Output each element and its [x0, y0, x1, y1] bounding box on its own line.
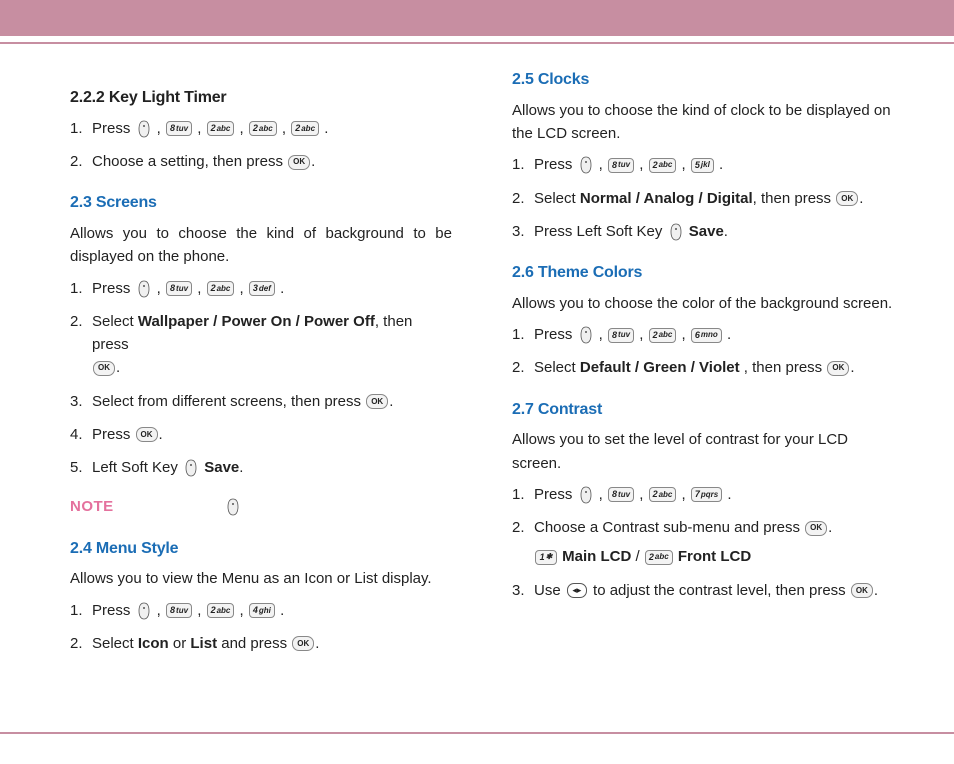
key-7pqrs: 7pqrs [691, 487, 722, 502]
key-2abc: 2abc [649, 487, 677, 502]
desc-26: Allows you to choose the color of the ba… [512, 292, 894, 315]
desc-24: Allows you to view the Menu as an Icon o… [70, 567, 452, 590]
step-24-1: Press , 8tuv , 2abc , 4ghi . [70, 599, 452, 622]
key-ok: OK [836, 191, 858, 206]
key-2abc: 2abc [649, 158, 677, 173]
key-8tuv: 8tuv [608, 158, 634, 173]
key-ok: OK [93, 361, 115, 376]
step-222-2: Choose a setting, then press OK. [70, 150, 452, 173]
steps-26: Press , 8tuv , 2abc , 6mno . Select Defa… [512, 323, 894, 380]
key-8tuv: 8tuv [608, 487, 634, 502]
nav-icon: ◂▸ [567, 583, 587, 598]
desc-23: Allows you to choose the kind of backgro… [70, 222, 452, 269]
key-3def: 3def [249, 281, 275, 296]
desc-25: Allows you to choose the kind of clock t… [512, 99, 894, 146]
step-26-2: Select Default / Green / Violet , then p… [512, 356, 894, 379]
heading-24: 2.4 Menu Style [70, 537, 452, 562]
key-2abc: 2abc [249, 121, 277, 136]
key-ok: OK [288, 155, 310, 170]
left-column: 2.2.2 Key Light Timer Press , 8tuv , 2ab… [70, 68, 452, 665]
step-27-1: Press , 8tuv , 2abc , 7pqrs . [512, 483, 894, 506]
step-27-2-sub: 1✱ Main LCD / 2abc Front LCD [534, 545, 894, 568]
key-ok: OK [292, 636, 314, 651]
right-column: 2.5 Clocks Allows you to choose the kind… [512, 68, 894, 665]
key-8tuv: 8tuv [166, 281, 192, 296]
step-24-2: Select Icon or List and press OK. [70, 632, 452, 655]
key-2abc: 2abc [207, 281, 235, 296]
step-27-3: Use ◂▸ to adjust the contrast level, the… [512, 579, 894, 602]
heading-25: 2.5 Clocks [512, 68, 894, 93]
heading-23: 2.3 Screens [70, 191, 452, 216]
softkey-icon [184, 459, 198, 477]
step-23-2: Select Wallpaper / Power On / Power Off,… [70, 310, 452, 380]
key-8tuv: 8tuv [166, 603, 192, 618]
steps-23: Press , 8tuv , 2abc , 3def . Select Wall… [70, 277, 452, 480]
step-27-2: Choose a Contrast sub-menu and press OK.… [512, 516, 894, 569]
softkey-icon [137, 280, 151, 298]
steps-27: Press , 8tuv , 2abc , 7pqrs . Choose a C… [512, 483, 894, 602]
step-222-1: Press , 8tuv , 2abc , 2abc , 2abc . [70, 117, 452, 140]
step-25-2: Select Normal / Analog / Digital, then p… [512, 187, 894, 210]
content: 2.2.2 Key Light Timer Press , 8tuv , 2ab… [0, 44, 954, 695]
step-25-1: Press , 8tuv , 2abc , 5jkl . [512, 153, 894, 176]
key-2abc: 2abc [645, 550, 673, 565]
header-bar [0, 0, 954, 36]
key-1: 1✱ [535, 550, 557, 565]
steps-25: Press , 8tuv , 2abc , 5jkl . Select Norm… [512, 153, 894, 243]
note-row: NOTE [70, 495, 452, 518]
note-label: NOTE [70, 495, 114, 518]
softkey-icon [137, 602, 151, 620]
step-23-4: Press OK. [70, 423, 452, 446]
step-23-1: Press , 8tuv , 2abc , 3def . [70, 277, 452, 300]
key-5jkl: 5jkl [691, 158, 714, 173]
key-2abc: 2abc [207, 121, 235, 136]
key-ok: OK [366, 394, 388, 409]
key-8tuv: 8tuv [608, 328, 634, 343]
heading-222: 2.2.2 Key Light Timer [70, 86, 452, 111]
softkey-icon [137, 120, 151, 138]
softkey-icon [579, 156, 593, 174]
key-6mno: 6mno [691, 328, 722, 343]
key-2abc: 2abc [649, 328, 677, 343]
footer-line [0, 732, 954, 734]
softkey-icon [579, 326, 593, 344]
step-23-5: Left Soft Key Save. [70, 456, 452, 479]
softkey-icon [226, 498, 240, 516]
key-8tuv: 8tuv [166, 121, 192, 136]
heading-26: 2.6 Theme Colors [512, 261, 894, 286]
steps-222: Press , 8tuv , 2abc , 2abc , 2abc . Choo… [70, 117, 452, 174]
step-26-1: Press , 8tuv , 2abc , 6mno . [512, 323, 894, 346]
key-2abc: 2abc [207, 603, 235, 618]
softkey-icon [669, 223, 683, 241]
steps-24: Press , 8tuv , 2abc , 4ghi . Select Icon… [70, 599, 452, 656]
key-4ghi: 4ghi [249, 603, 275, 618]
key-ok: OK [827, 361, 849, 376]
key-ok: OK [851, 583, 873, 598]
key-ok: OK [136, 427, 158, 442]
step-23-3: Select from different screens, then pres… [70, 390, 452, 413]
heading-27: 2.7 Contrast [512, 398, 894, 423]
step-25-3: Press Left Soft Key Save. [512, 220, 894, 243]
desc-27: Allows you to set the level of contrast … [512, 428, 894, 475]
softkey-icon [579, 486, 593, 504]
key-ok: OK [805, 521, 827, 536]
key-2abc: 2abc [291, 121, 319, 136]
